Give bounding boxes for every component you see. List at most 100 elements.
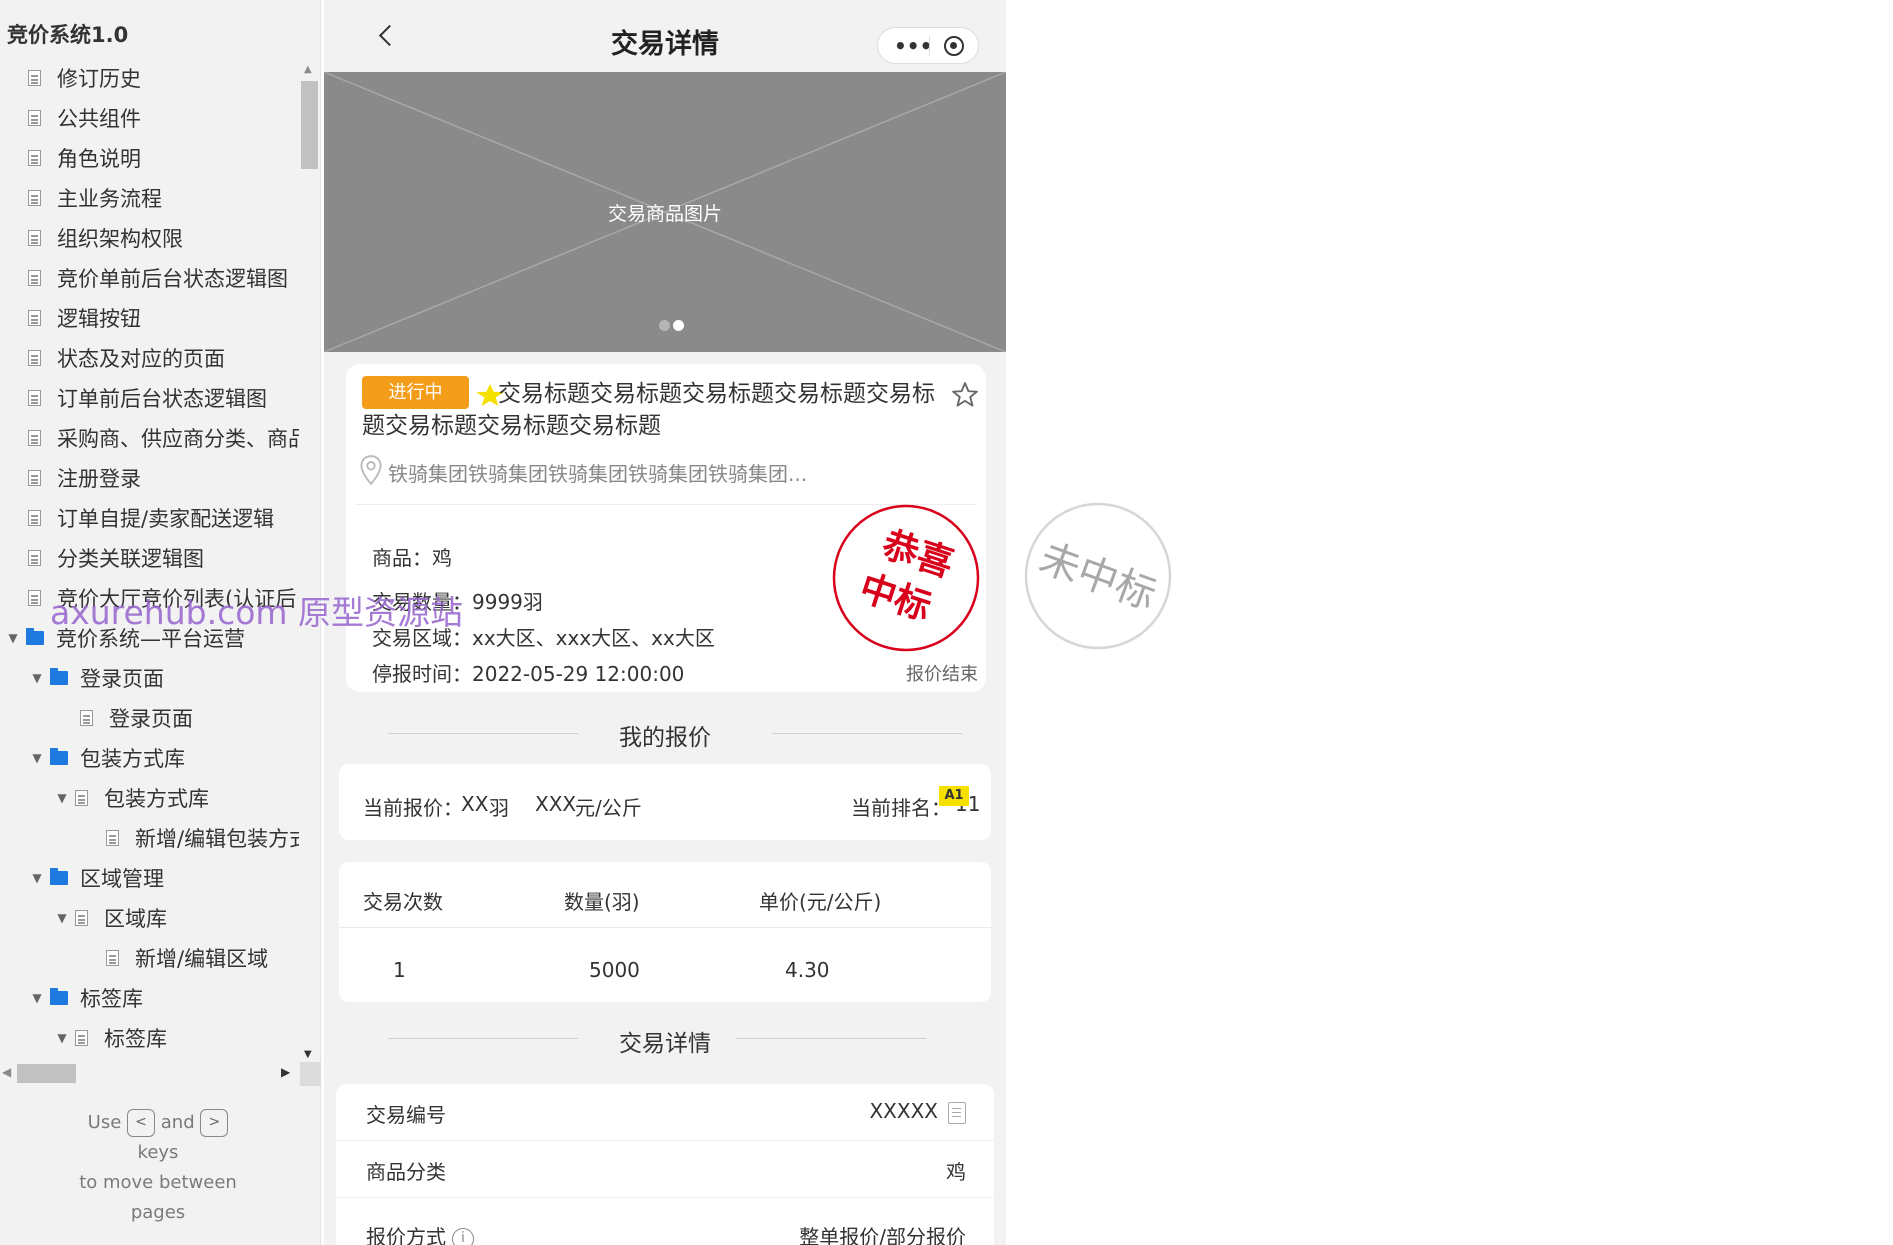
sidebar-item-status-pages[interactable]: 状态及对应的页面: [28, 338, 300, 378]
sitemap-tree: 修订历史 公共组件 角色说明 主业务流程 组织架构权限 竞价单前后台状态逻辑图 …: [0, 58, 300, 1058]
scroll-up-icon[interactable]: ▲: [304, 64, 312, 75]
table-header: 单价(元/公斤): [759, 890, 882, 914]
sidebar-item-org-permissions[interactable]: 组织架构权限: [28, 218, 300, 258]
trade-title: 交易标题交易标题交易标题交易标题交易标题交易标题交易标题交易标题: [362, 381, 935, 439]
sidebar-item-revision-history[interactable]: 修订历史: [28, 58, 300, 98]
lost-bid-stamp: 未中标: [1024, 502, 1172, 650]
scroll-right-icon[interactable]: ▶: [281, 1065, 290, 1079]
sidebar-folder-packaging[interactable]: ▼ 包装方式库: [30, 738, 300, 778]
scroll-down-icon[interactable]: ▼: [304, 1049, 312, 1060]
sidebar-item-roles[interactable]: 角色说明: [28, 138, 300, 178]
page-icon: [28, 230, 41, 246]
transaction-table: 交易次数 数量(羽) 单价(元/公斤) 1 5000 4.30: [339, 862, 991, 1002]
sidebar-item-edit-region[interactable]: 新增/编辑区域: [106, 938, 300, 978]
page-icon: [28, 190, 41, 206]
my-quote-card: 当前报价： XX 羽 XXX 元/公斤 当前排名： 11: [339, 764, 991, 840]
expand-arrow-icon[interactable]: ▼: [55, 911, 69, 925]
sidebar-item-order-status-logic[interactable]: 订单前后台状态逻辑图: [28, 378, 300, 418]
vertical-scrollbar[interactable]: ▲ ▼: [299, 64, 319, 1060]
location-pin-icon: [360, 455, 382, 486]
page-icon: [106, 830, 119, 846]
horizontal-scrollbar[interactable]: ◀ ▶: [0, 1062, 321, 1086]
deadline-field: 停报时间：2022-05-29 12:00:00: [372, 662, 685, 686]
table-divider: [339, 927, 991, 928]
sidebar-item-main-flow[interactable]: 主业务流程: [28, 178, 300, 218]
more-icon[interactable]: •••: [894, 34, 932, 58]
expand-arrow-icon[interactable]: ▼: [55, 1031, 69, 1045]
sidebar-item-category[interactable]: 采购商、供应商分类、商品: [28, 418, 300, 458]
page-icon: [28, 590, 41, 606]
folder-icon: [50, 748, 68, 765]
scroll-left-icon[interactable]: ◀: [2, 1065, 11, 1079]
product-image-carousel[interactable]: 交易商品图片: [324, 72, 1006, 352]
expand-arrow-icon[interactable]: ▼: [30, 871, 44, 885]
sidebar-item-common-components[interactable]: 公共组件: [28, 98, 300, 138]
mini-program-capsule: •••: [877, 27, 979, 64]
favorite-star-icon[interactable]: [950, 380, 980, 410]
keyboard-hint: Use < and > keys to move between pages: [0, 1108, 316, 1228]
close-target-icon[interactable]: [944, 36, 964, 56]
page-icon: [28, 150, 41, 166]
expand-arrow-icon[interactable]: ▼: [55, 791, 69, 805]
section-divider: [772, 733, 962, 734]
sidebar-item-tag-lib[interactable]: ▼ 标签库: [55, 1018, 300, 1058]
sidebar-item-pickup-delivery[interactable]: 订单自提/卖家配送逻辑: [28, 498, 300, 538]
my-quote-title: 我的报价: [619, 725, 711, 751]
sidebar-item-region-lib[interactable]: ▼ 区域库: [55, 898, 300, 938]
page-icon: [28, 390, 41, 406]
expand-arrow-icon[interactable]: ▼: [30, 751, 44, 765]
detail-row-trade-no: 交易编号 XXXXX: [336, 1084, 994, 1141]
expand-arrow-icon[interactable]: ▼: [30, 991, 44, 1005]
folder-icon: [50, 988, 68, 1005]
expand-arrow-icon[interactable]: ▼: [30, 671, 44, 685]
page-icon: [80, 710, 93, 726]
sidebar-folder-region[interactable]: ▼ 区域管理: [30, 858, 300, 898]
watermark-text: axurehub.com 原型资源站: [50, 593, 464, 632]
sidebar-folder-login-page[interactable]: ▼ 登录页面: [30, 658, 300, 698]
sidebar-item-packaging[interactable]: ▼ 包装方式库: [55, 778, 300, 818]
carousel-dot-active[interactable]: [673, 320, 684, 331]
scrollbar-thumb[interactable]: [17, 1064, 76, 1083]
table-cell: 1: [393, 958, 406, 982]
folder-icon: [26, 628, 44, 645]
capsule-divider: [929, 36, 930, 56]
sidebar-item-category-logic[interactable]: 分类关联逻辑图: [28, 538, 300, 578]
current-quote-price: XXX: [535, 792, 577, 816]
sidebar-item-logic-buttons[interactable]: 逻辑按钮: [28, 298, 300, 338]
info-icon[interactable]: i: [452, 1227, 474, 1245]
winning-bid-stamp: 恭喜 中标: [832, 504, 980, 652]
current-quote-price-unit: 元/公斤: [575, 796, 642, 820]
table-header: 数量(羽): [564, 890, 640, 914]
current-rank-label: 当前排名：: [851, 796, 951, 820]
sitemap-title: 竞价系统1.0: [7, 23, 129, 47]
copy-icon[interactable]: [948, 1101, 966, 1124]
sidebar-item-edit-packaging[interactable]: 新增/编辑包装方式: [106, 818, 300, 858]
carousel-dot[interactable]: [659, 320, 670, 331]
right-key-icon: >: [200, 1109, 229, 1137]
page-icon: [28, 470, 41, 486]
left-key-icon: <: [127, 1109, 156, 1137]
quote-end-label: 报价结束: [906, 664, 978, 685]
detail-row-quote-method: 报价方式 i 整单报价/部分报价: [336, 1206, 994, 1245]
expand-arrow-icon[interactable]: ▼: [6, 631, 20, 645]
table-cell: 4.30: [785, 958, 830, 982]
detail-row-category: 商品分类 鸡: [336, 1141, 994, 1198]
section-divider: [736, 1038, 926, 1039]
sidebar-folder-tags[interactable]: ▼ 标签库: [30, 978, 300, 1018]
sidebar-item-register-login[interactable]: 注册登录: [28, 458, 300, 498]
rank-badge: A1: [939, 786, 969, 806]
scrollbar-thumb[interactable]: [301, 81, 318, 169]
sidebar-item-login-page[interactable]: 登录页面: [80, 698, 300, 738]
trade-detail-title: 交易详情: [619, 1031, 711, 1057]
goods-field: 商品：鸡: [372, 546, 452, 570]
page-icon: [28, 270, 41, 286]
image-placeholder-label: 交易商品图片: [607, 203, 722, 225]
page-icon: [75, 1030, 88, 1046]
page-icon: [28, 430, 41, 446]
page-icon: [75, 910, 88, 926]
folder-icon: [50, 668, 68, 685]
page-icon: [28, 510, 41, 526]
page-icon: [28, 110, 41, 126]
sidebar-item-bid-status-logic[interactable]: 竞价单前后台状态逻辑图: [28, 258, 300, 298]
nav-bar: 交易详情 •••: [324, 0, 1006, 72]
